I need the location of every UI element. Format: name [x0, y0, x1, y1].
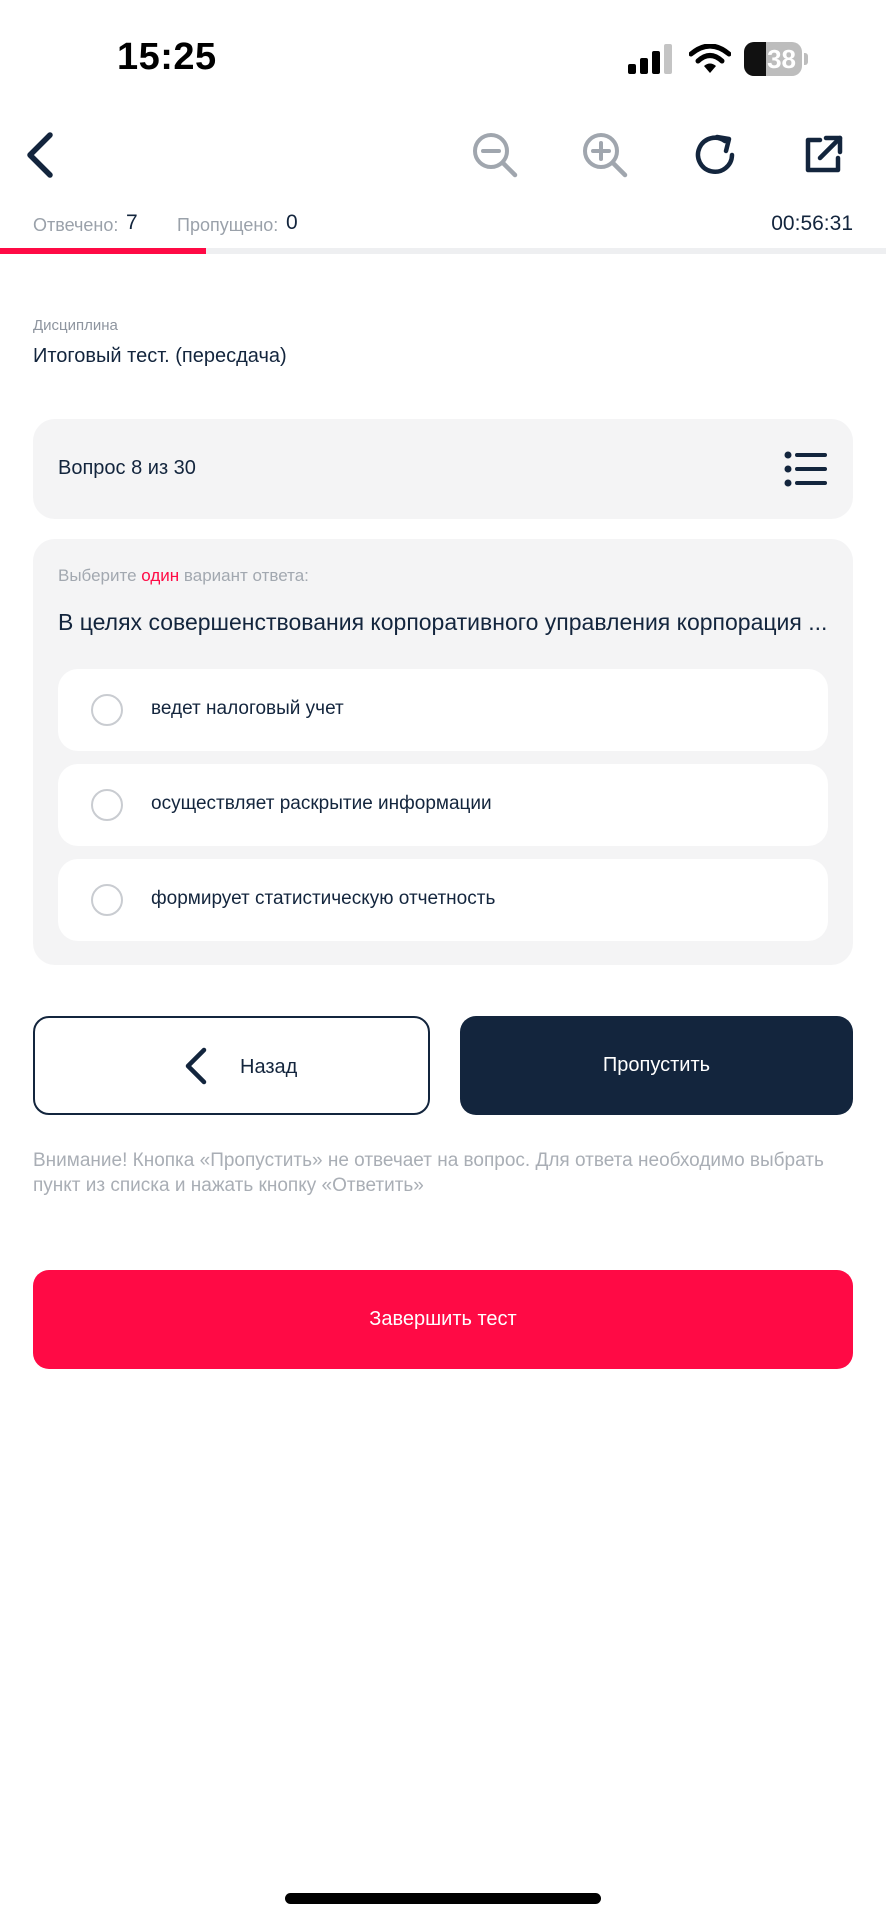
question-text: В целях совершенствования корпоративного… [58, 609, 828, 635]
radio-button[interactable] [91, 789, 123, 821]
skip-button-label: Пропустить [602, 1054, 711, 1076]
radio-button[interactable] [91, 694, 123, 726]
external-link-icon [805, 135, 843, 173]
answered-count: 7 [126, 211, 138, 234]
answer-option-1[interactable]: ведет налоговый учет [58, 669, 828, 751]
question-header: Вопрос 8 из 30 [33, 419, 853, 519]
open-external-button[interactable] [793, 125, 853, 185]
question-list-icon[interactable] [784, 449, 828, 489]
zoom-out-icon [473, 133, 518, 178]
finish-button-label: Завершить тест [369, 1308, 517, 1330]
home-indicator [285, 1893, 601, 1904]
previous-question-button[interactable]: Назад [33, 1016, 430, 1115]
instruction-suffix: вариант ответа: [179, 566, 309, 585]
battery-icon: 38 [744, 42, 808, 76]
battery-tip [804, 53, 808, 65]
stats-row: Отвечено: 7 Пропущено: 0 00:56:31 [0, 210, 886, 240]
instruction-prefix: Выберите [58, 566, 142, 585]
previous-button-label: Назад [240, 1056, 298, 1078]
battery-level: 38 [767, 44, 796, 74]
progress-bar [0, 248, 886, 254]
answer-option-3[interactable]: формирует статистическую отчетность [58, 859, 828, 941]
answer-option-2[interactable]: осуществляет раскрытие информации [58, 764, 828, 846]
status-bar: 15:25 38 [0, 0, 886, 120]
timer: 00:56:31 [771, 212, 853, 235]
zoom-out-button[interactable] [465, 125, 525, 185]
answer-option-label: осуществляет раскрытие информации [151, 793, 492, 814]
question-card: Выберите один вариант ответа: В целях со… [33, 539, 853, 965]
discipline-label: Дисциплина [33, 317, 118, 334]
skipped-label: Пропущено: [177, 215, 279, 235]
skipped-count: 0 [286, 211, 298, 234]
chevron-left-icon [185, 1047, 207, 1085]
instruction-accent: один [141, 566, 180, 585]
back-chevron-icon [27, 132, 53, 178]
refresh-icon [695, 134, 735, 174]
answered-label: Отвечено: [33, 215, 119, 235]
wifi-icon [689, 44, 731, 73]
discipline-value: Итоговый тест. (пересдача) [33, 345, 287, 367]
back-button[interactable] [10, 125, 70, 185]
status-time: 15:25 [117, 36, 217, 78]
battery-body: 38 [744, 42, 802, 76]
progress-fill [0, 248, 207, 254]
refresh-button[interactable] [686, 125, 746, 185]
finish-test-button[interactable]: Завершить тест [33, 1270, 853, 1369]
skip-button[interactable]: Пропустить [460, 1016, 853, 1115]
zoom-in-icon [583, 133, 628, 178]
answer-instruction: Выберите один вариант ответа: [58, 566, 309, 586]
cellular-signal-icon [628, 44, 672, 74]
question-counter: Вопрос 8 из 30 [58, 457, 196, 479]
answer-option-label: ведет налоговый учет [151, 698, 344, 719]
zoom-in-button[interactable] [575, 125, 635, 185]
answer-option-label: формирует статистическую отчетность [151, 888, 496, 909]
radio-button[interactable] [91, 884, 123, 916]
toolbar [0, 125, 886, 185]
skip-notice: Внимание! Кнопка «Пропустить» не отвечае… [33, 1150, 824, 1196]
